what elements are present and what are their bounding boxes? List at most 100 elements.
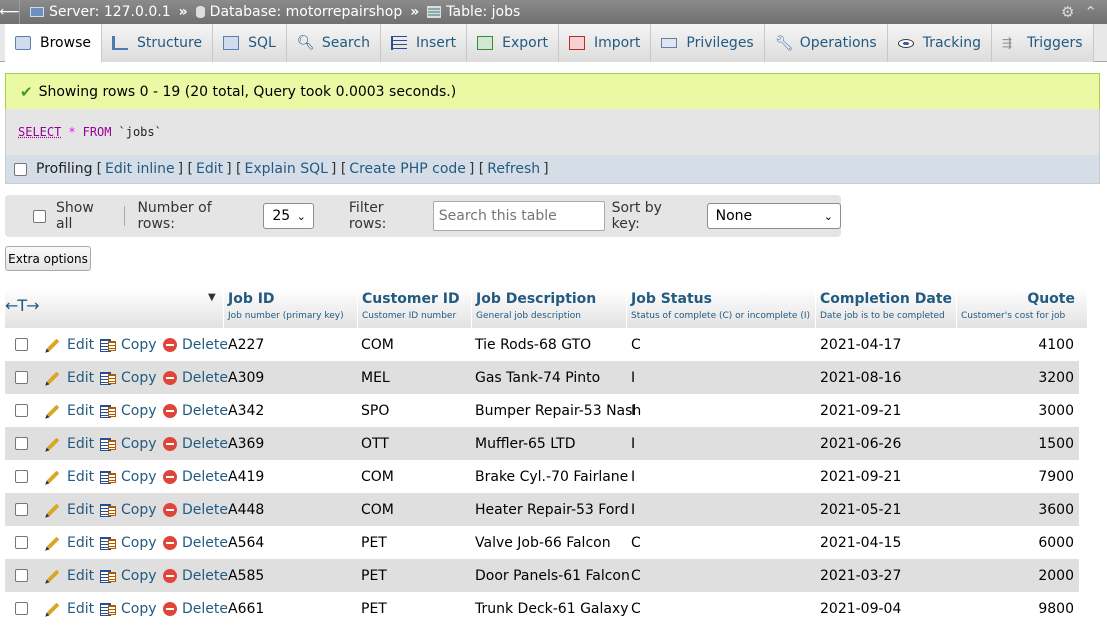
cell-job-status[interactable]: I <box>631 394 635 427</box>
cell-job-status[interactable]: C <box>631 592 641 625</box>
cell-customer-id[interactable]: COM <box>361 460 394 493</box>
row-delete-button[interactable]: Delete <box>163 427 228 460</box>
edit-inline-link[interactable]: Edit inline <box>105 161 175 177</box>
cell-job-description[interactable]: Valve Job-66 Falcon <box>475 526 611 559</box>
table-row[interactable]: Edit Copy Delete A661 PET Trunk Deck-61 Galax… <box>5 592 1079 625</box>
row-checkbox[interactable] <box>15 404 28 417</box>
row-copy-button[interactable]: Copy <box>100 592 157 625</box>
table-row[interactable]: Edit Copy Delete A448 COM Heater Repair-53 Fo… <box>5 493 1079 526</box>
column-header-quote[interactable]: Quote Customer's cost for job <box>956 288 1079 328</box>
cell-customer-id[interactable]: PET <box>361 559 387 592</box>
row-delete-button[interactable]: Delete <box>163 460 228 493</box>
cell-customer-id[interactable]: SPO <box>361 394 389 427</box>
cell-customer-id[interactable]: PET <box>361 592 387 625</box>
cell-job-description[interactable]: Trunk Deck-61 Galaxy <box>475 592 629 625</box>
column-header-completion-date[interactable]: Completion Date Date job is to be comple… <box>815 288 956 328</box>
column-title[interactable]: Job Status <box>631 291 811 308</box>
table-row[interactable]: Edit Copy Delete A369 OTT Muffler-65 LTD I 2021… <box>5 427 1079 460</box>
table-row[interactable]: Edit Copy Delete A309 MEL Gas Tank-74 Pinto I 2… <box>5 361 1079 394</box>
cell-completion-date[interactable]: 2021-09-04 <box>820 592 901 625</box>
row-edit-button[interactable]: Edit <box>45 526 94 559</box>
cell-job-status[interactable]: C <box>631 526 641 559</box>
cell-customer-id[interactable]: MEL <box>361 361 390 394</box>
row-checkbox[interactable] <box>15 602 28 615</box>
cell-job-status[interactable]: I <box>631 493 635 526</box>
back-arrow-icon[interactable]: ⟵ <box>0 0 20 24</box>
table-row[interactable]: Edit Copy Delete A227 COM Tie Rods-68 GTO C 202… <box>5 328 1079 361</box>
row-delete-button[interactable]: Delete <box>163 559 228 592</box>
cell-job-description[interactable]: Door Panels-61 Falcon <box>475 559 630 592</box>
row-checkbox[interactable] <box>15 437 28 450</box>
tab-tracking[interactable]: Tracking <box>887 24 992 62</box>
cell-job-description[interactable]: Muffler-65 LTD <box>475 427 575 460</box>
cell-job-id[interactable]: A564 <box>228 526 264 559</box>
table-row[interactable]: Edit Copy Delete A585 PET Door Panels-61 Falc… <box>5 559 1079 592</box>
row-delete-button[interactable]: Delete <box>163 361 228 394</box>
cell-completion-date[interactable]: 2021-03-27 <box>820 559 901 592</box>
row-delete-button[interactable]: Delete <box>163 592 228 625</box>
column-header-job-description[interactable]: Job Description General job description <box>471 288 626 328</box>
table-row[interactable]: Edit Copy Delete A564 PET Valve Job-66 Falcon… <box>5 526 1079 559</box>
extra-options-button[interactable]: Extra options <box>5 246 91 271</box>
cell-quote[interactable]: 4100 <box>1038 328 1074 361</box>
cell-job-description[interactable]: Gas Tank-74 Pinto <box>475 361 600 394</box>
show-all-checkbox[interactable] <box>33 209 46 223</box>
cell-completion-date[interactable]: 2021-08-16 <box>820 361 901 394</box>
tab-operations[interactable]: 🔧︎ Operations <box>764 24 888 62</box>
breadcrumb-table[interactable]: Table: jobs <box>427 4 520 20</box>
column-title[interactable]: Completion Date <box>820 291 952 308</box>
row-edit-button[interactable]: Edit <box>45 559 94 592</box>
cell-job-id[interactable]: A448 <box>228 493 264 526</box>
sql-query-box[interactable]: SELECT * FROM `jobs` <box>5 109 1100 155</box>
row-delete-button[interactable]: Delete <box>163 526 228 559</box>
tab-privileges[interactable]: Privileges <box>651 24 765 62</box>
row-copy-button[interactable]: Copy <box>100 526 157 559</box>
filter-rows-input[interactable]: Search this table <box>432 201 605 231</box>
row-copy-button[interactable]: Copy <box>100 559 157 592</box>
row-checkbox[interactable] <box>15 338 28 351</box>
explain-sql-link[interactable]: Explain SQL <box>245 161 328 177</box>
cell-job-id[interactable]: A227 <box>228 328 264 361</box>
row-delete-button[interactable]: Delete <box>163 493 228 526</box>
cell-job-id[interactable]: A369 <box>228 427 264 460</box>
tab-sql[interactable]: SQL <box>213 24 287 62</box>
row-copy-button[interactable]: Copy <box>100 493 157 526</box>
cell-job-description[interactable]: Brake Cyl.-70 Fairlane <box>475 460 628 493</box>
column-resize-arrows-icon[interactable]: ←T→ <box>5 296 40 315</box>
column-title[interactable]: Customer ID <box>362 291 467 308</box>
cell-completion-date[interactable]: 2021-09-21 <box>820 394 901 427</box>
column-title[interactable]: Job Description <box>476 291 622 308</box>
cell-customer-id[interactable]: COM <box>361 493 394 526</box>
row-checkbox[interactable] <box>15 503 28 516</box>
sort-key-select[interactable]: None ⌄ <box>706 203 841 229</box>
tab-import[interactable]: Import <box>558 24 652 62</box>
row-edit-button[interactable]: Edit <box>45 361 94 394</box>
breadcrumb-server[interactable]: Server: 127.0.0.1 <box>30 4 171 20</box>
column-title[interactable]: Quote <box>961 291 1075 308</box>
column-header-customer-id[interactable]: Customer ID Customer ID number <box>357 288 471 328</box>
row-copy-button[interactable]: Copy <box>100 427 157 460</box>
breadcrumb-database-label[interactable]: Database: motorrepairshop <box>210 4 403 20</box>
cell-completion-date[interactable]: 2021-06-26 <box>820 427 901 460</box>
cell-completion-date[interactable]: 2021-04-15 <box>820 526 901 559</box>
cell-completion-date[interactable]: 2021-09-21 <box>820 460 901 493</box>
row-copy-button[interactable]: Copy <box>100 361 157 394</box>
row-delete-button[interactable]: Delete <box>163 394 228 427</box>
table-row[interactable]: Edit Copy Delete A342 SPO Bumper Repair-53 Na… <box>5 394 1079 427</box>
edit-link[interactable]: Edit <box>196 161 223 177</box>
tab-triggers[interactable]: ⇶ Triggers <box>992 24 1094 62</box>
cell-job-id[interactable]: A419 <box>228 460 264 493</box>
cell-job-status[interactable]: C <box>631 328 641 361</box>
table-row[interactable]: Edit Copy Delete A419 COM Brake Cyl.-70 Fairl… <box>5 460 1079 493</box>
sort-dropdown-icon[interactable]: ▼ <box>208 292 216 303</box>
row-copy-button[interactable]: Copy <box>100 328 157 361</box>
cell-job-status[interactable]: I <box>631 427 635 460</box>
row-checkbox[interactable] <box>15 536 28 549</box>
collapse-icon[interactable]: ⌃ <box>1084 3 1097 21</box>
cell-job-description[interactable]: Bumper Repair-53 Nash <box>475 394 641 427</box>
cell-quote[interactable]: 3200 <box>1038 361 1074 394</box>
cell-customer-id[interactable]: OTT <box>361 427 389 460</box>
column-title[interactable]: Job ID <box>228 291 354 308</box>
cell-job-id[interactable]: A585 <box>228 559 264 592</box>
cell-job-description[interactable]: Heater Repair-53 Ford <box>475 493 629 526</box>
